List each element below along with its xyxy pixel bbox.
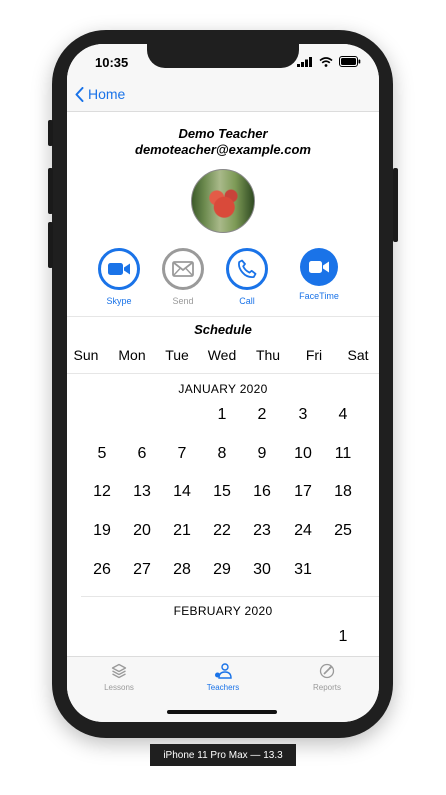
facetime-button[interactable]: FaceTime <box>289 248 349 301</box>
facetime-label: FaceTime <box>299 291 339 301</box>
divider <box>67 316 379 317</box>
calendar-day[interactable]: 4 <box>323 406 363 424</box>
back-label: Home <box>88 86 126 102</box>
weekday-label: Sat <box>347 347 369 363</box>
teacher-email: demoteacher@example.com <box>135 142 311 157</box>
navigation-bar: Home <box>67 78 379 112</box>
calendar-day[interactable]: 21 <box>162 522 202 540</box>
facetime-circle <box>300 248 338 286</box>
weekday-label: Mon <box>118 347 146 363</box>
notch <box>147 44 299 68</box>
tab-lessons[interactable]: Lessons <box>67 663 171 692</box>
calendar-day[interactable]: 9 <box>242 445 282 463</box>
send-label: Send <box>172 296 194 306</box>
volume-down-button <box>48 222 53 268</box>
simulator-caption: iPhone 11 Pro Max — 13.3 <box>150 744 296 766</box>
weekday-label: Wed <box>207 347 237 363</box>
call-button[interactable]: Call <box>217 248 277 306</box>
weekday-label: Sun <box>73 347 99 363</box>
calendar-day[interactable]: 3 <box>283 406 323 424</box>
calendar-day[interactable]: 19 <box>82 522 122 540</box>
calendar-day[interactable]: 6 <box>122 445 162 463</box>
chevron-left-icon <box>75 86 84 102</box>
phone-icon <box>238 259 257 279</box>
tab-lessons-label: Lessons <box>104 683 134 692</box>
volume-up-button <box>48 168 53 214</box>
home-indicator <box>167 710 277 714</box>
calendar-day[interactable]: 16 <box>242 483 282 501</box>
teacher-name: Demo Teacher <box>178 126 268 141</box>
status-time: 10:35 <box>95 55 129 70</box>
status-icons <box>297 56 361 67</box>
skype-button[interactable]: Skype <box>89 248 149 306</box>
tab-teachers[interactable]: Teachers <box>171 663 275 692</box>
calendar-day[interactable]: 22 <box>202 522 242 540</box>
divider <box>81 596 379 597</box>
calendar-day[interactable]: 11 <box>323 445 363 463</box>
calendar-day[interactable]: 10 <box>283 445 323 463</box>
back-button[interactable]: Home <box>75 86 125 102</box>
teachers-icon <box>215 663 232 679</box>
send-circle <box>162 248 204 290</box>
screen: 10:35 Home Demo Teacher demoteacher@exam… <box>67 44 379 722</box>
calendar-day[interactable]: 12 <box>82 483 122 501</box>
send-button[interactable]: Send <box>153 248 213 306</box>
month-label-january: JANUARY 2020 <box>178 382 268 396</box>
wifi-icon <box>319 56 333 67</box>
calendar-day[interactable]: 31 <box>283 561 323 579</box>
signal-icon <box>297 56 312 67</box>
calendar-day[interactable]: 1 <box>202 406 242 424</box>
weekday-label: Fri <box>305 347 323 363</box>
tab-teachers-label: Teachers <box>206 683 240 692</box>
calendar-day[interactable]: 15 <box>202 483 242 501</box>
call-circle <box>226 248 268 290</box>
calendar-day[interactable]: 14 <box>162 483 202 501</box>
video-camera-icon <box>108 263 130 275</box>
month-label-february: FEBRUARY 2020 <box>173 604 273 618</box>
mute-switch <box>48 120 53 146</box>
calendar-day[interactable]: 5 <box>82 445 122 463</box>
calendar-day[interactable]: 25 <box>323 522 363 540</box>
calendar-day[interactable]: 23 <box>242 522 282 540</box>
weekday-label: Thu <box>255 347 281 363</box>
battery-icon <box>339 56 361 67</box>
calendar-day[interactable]: 24 <box>283 522 323 540</box>
tab-reports[interactable]: Reports <box>275 663 379 692</box>
calendar-day[interactable]: 20 <box>122 522 162 540</box>
teacher-detail: Demo Teacher demoteacher@example.com Sky… <box>67 112 379 656</box>
calendar-day[interactable]: 18 <box>323 483 363 501</box>
skype-circle <box>98 248 140 290</box>
calendar-day[interactable]: 28 <box>162 561 202 579</box>
contact-actions: Skype Send Call FaceTime <box>67 248 379 308</box>
calendar-day[interactable]: 29 <box>202 561 242 579</box>
calendar-day[interactable]: 17 <box>283 483 323 501</box>
divider <box>67 373 379 374</box>
schedule-title: Schedule <box>194 322 252 337</box>
skype-label: Skype <box>106 296 132 306</box>
calendar-day[interactable]: 8 <box>202 445 242 463</box>
side-button <box>393 168 398 242</box>
reports-icon <box>319 663 335 679</box>
calendar-day[interactable]: 30 <box>242 561 282 579</box>
tab-reports-label: Reports <box>312 683 341 692</box>
calendar-day[interactable]: 27 <box>122 561 162 579</box>
calendar-day[interactable]: 26 <box>82 561 122 579</box>
envelope-icon <box>172 261 194 277</box>
layers-icon <box>111 663 127 679</box>
calendar-day[interactable]: 2 <box>242 406 282 424</box>
calendar-day[interactable]: 13 <box>122 483 162 501</box>
calendar-day[interactable]: 7 <box>162 445 202 463</box>
call-label: Call <box>239 296 255 306</box>
calendar-day[interactable]: 1 <box>323 628 363 646</box>
video-camera-icon <box>309 261 329 273</box>
avatar <box>191 169 255 233</box>
weekday-label: Tue <box>165 347 189 363</box>
